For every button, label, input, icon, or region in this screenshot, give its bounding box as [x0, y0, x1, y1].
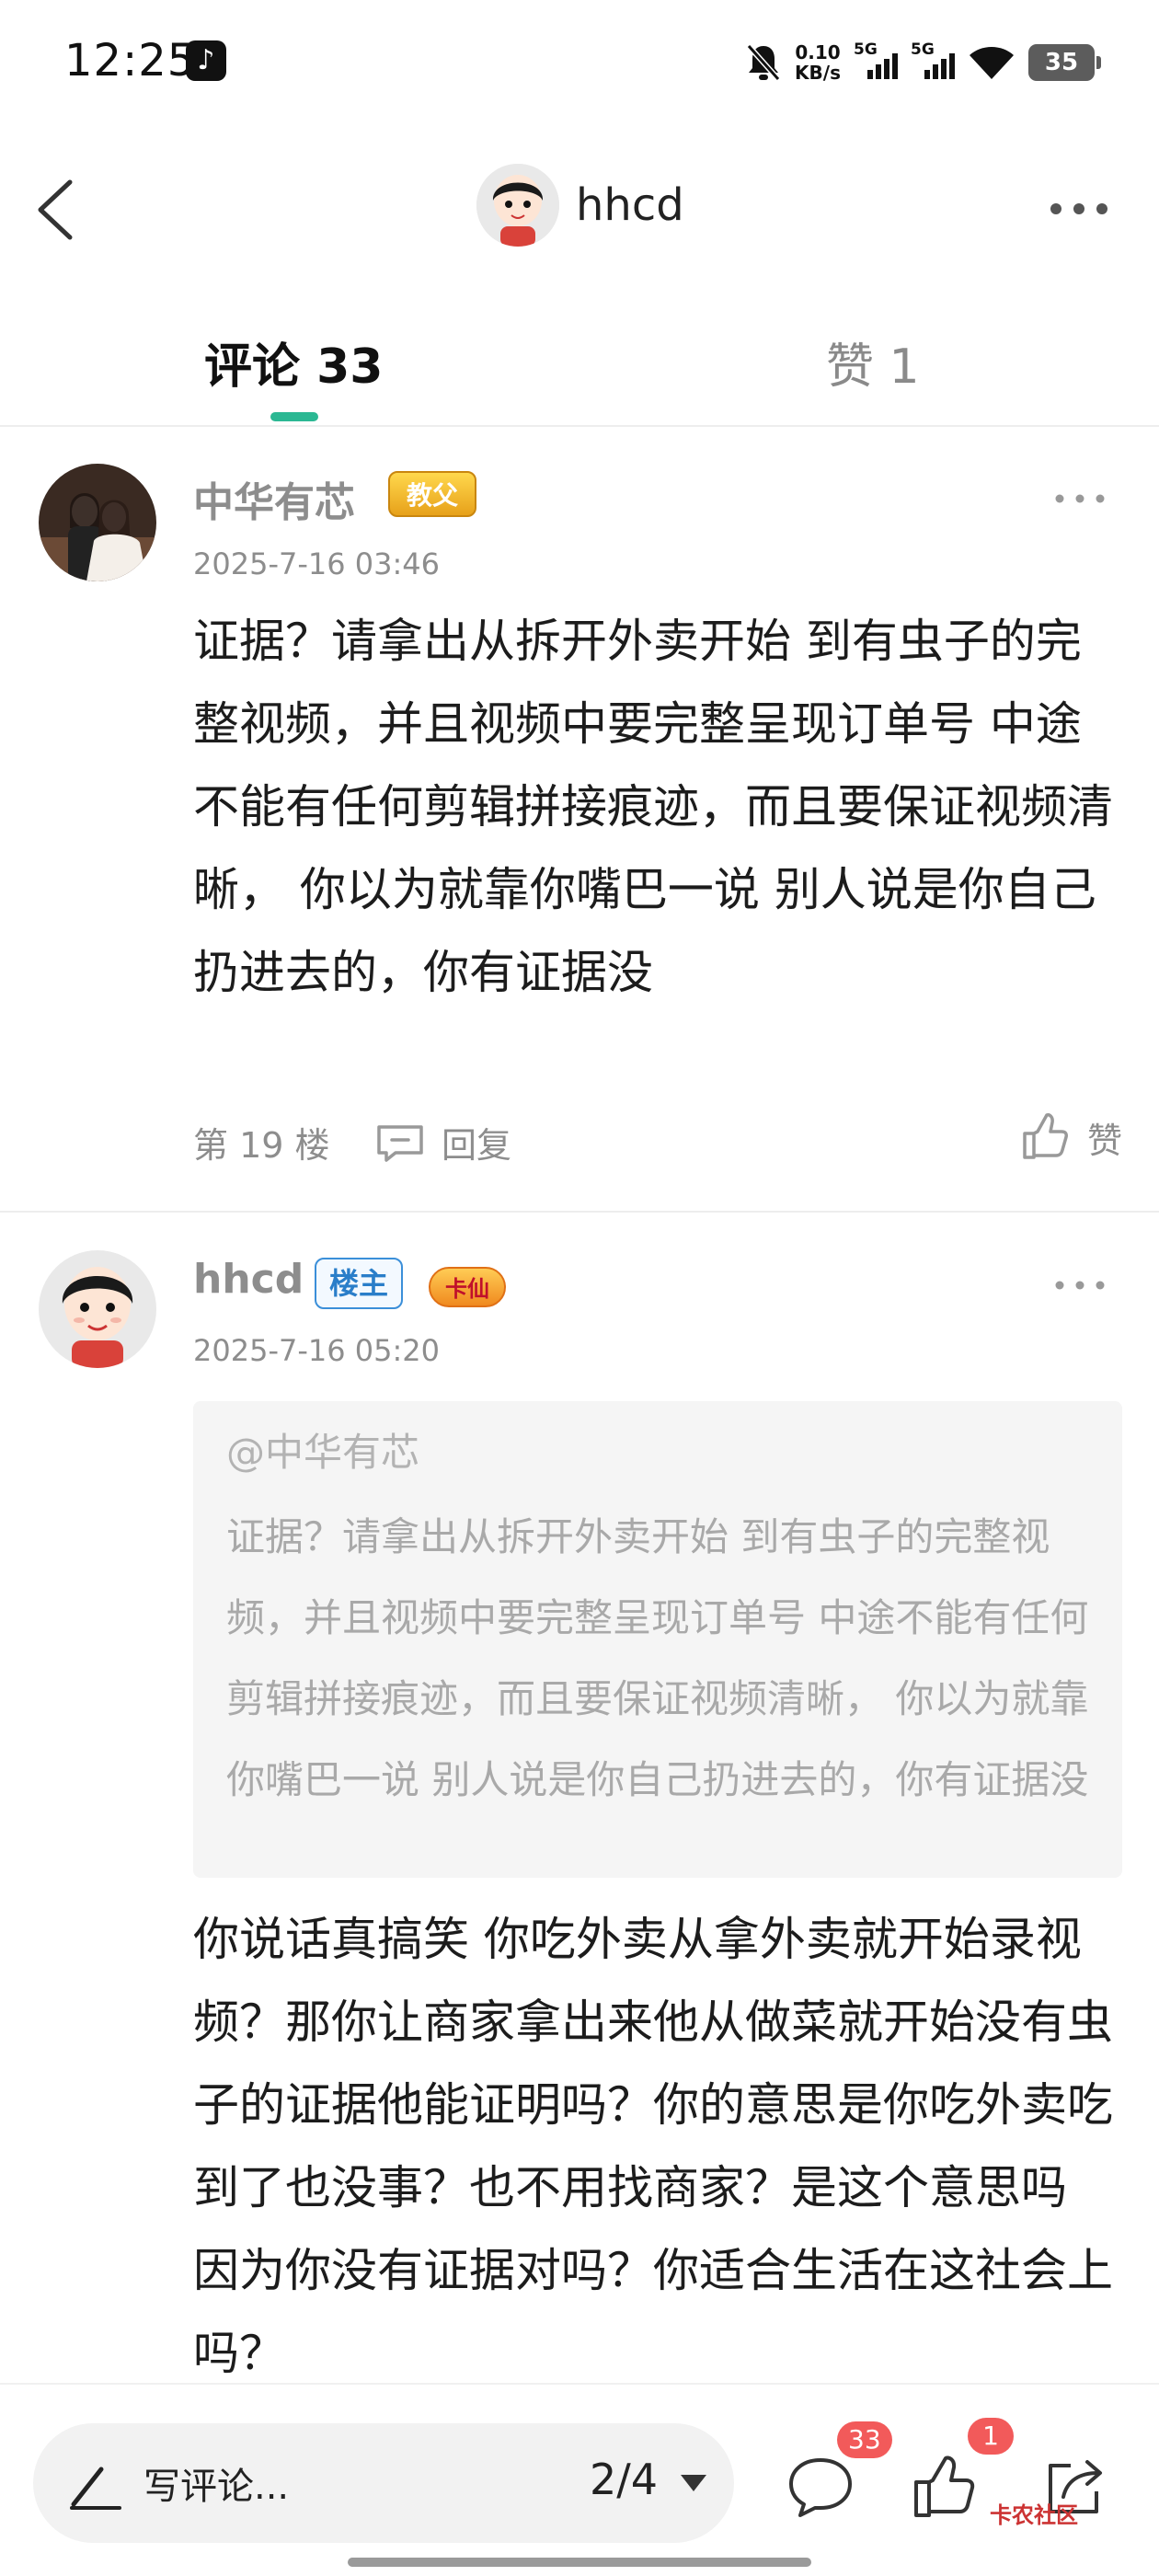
- floor-number: 第 19 楼: [193, 1125, 330, 1166]
- tab-bar: 评论 33 赞 1: [0, 313, 1159, 427]
- status-bar: 12:25 ♪ 0.10 KB/s 5G 5G 35: [0, 0, 1159, 129]
- write-comment-input[interactable]: 写评论... 2/4: [33, 2423, 734, 2543]
- comment-footer: 第 19 楼 回复 赞: [193, 1113, 1122, 1172]
- user-title-badge: 卡仙: [429, 1267, 506, 1307]
- reply-icon: [377, 1124, 423, 1162]
- net-speed: 0.10 KB/s: [795, 42, 841, 83]
- quote-text: 证据？请拿出从拆开外卖开始 到有虫子的完整视频，并且视频中要完整呈现订单号 中途…: [226, 1514, 1089, 1802]
- tab-active-indicator: [270, 412, 318, 421]
- comment-icon[interactable]: [784, 2451, 857, 2524]
- caret-down-icon[interactable]: [681, 2475, 706, 2491]
- comment-item: 中华有芯 教父 2025-7-16 03:46 证据？请拿出从拆开外卖开始 到有…: [0, 451, 1159, 1213]
- header-user[interactable]: hhcd: [476, 164, 684, 247]
- like-count-badge: 1: [968, 2418, 1014, 2455]
- watermark-logo: 卡农社区: [990, 2502, 1078, 2528]
- like-label: 赞: [1086, 1120, 1122, 1161]
- comment-count-badge: 33: [837, 2421, 892, 2458]
- avatar[interactable]: [39, 1250, 156, 1368]
- avatar[interactable]: [476, 164, 559, 247]
- thumbs-up-icon: [1023, 1113, 1068, 1159]
- home-indicator[interactable]: [348, 2558, 811, 2567]
- write-comment-placeholder: 写评论...: [143, 2466, 290, 2508]
- comment-time: 2025-7-16 05:20: [193, 1333, 440, 1368]
- more-icon[interactable]: [1052, 1276, 1107, 1294]
- op-badge: 楼主: [315, 1258, 404, 1309]
- quoted-comment[interactable]: @中华有芯 证据？请拿出从拆开外卖开始 到有虫子的完整视频，并且视频中要完整呈现…: [193, 1401, 1122, 1878]
- comment-username[interactable]: hhcd: [193, 1256, 304, 1303]
- page-indicator[interactable]: 2/4: [590, 2455, 658, 2504]
- header-title: hhcd: [576, 179, 684, 231]
- signal-1-icon: 5G: [854, 40, 898, 83]
- bottom-bar: 写评论... 2/4 33 1 卡农社区: [0, 2383, 1159, 2576]
- more-icon[interactable]: [1047, 195, 1111, 223]
- comment-body: 证据？请拿出从拆开外卖开始 到有虫子的完整视频，并且视频中要完整呈现订单号 中途…: [193, 615, 1113, 999]
- tiktok-icon: ♪: [186, 40, 226, 81]
- net-speed-value: 0.10: [795, 41, 841, 63]
- user-title-badge: 教父: [388, 471, 477, 517]
- like-button[interactable]: 赞: [1019, 1111, 1122, 1163]
- thumbs-up-icon[interactable]: [907, 2451, 981, 2524]
- status-time: 12:25: [64, 35, 197, 86]
- quote-username: @中华有芯: [226, 1430, 420, 1475]
- wifi-icon: [970, 47, 1014, 79]
- avatar[interactable]: [39, 464, 156, 581]
- comment-body: 你说话真搞笑 你吃外卖从拿外卖就开始录视频？那你让商家拿出来他从做菜就开始没有虫…: [193, 1913, 1113, 2380]
- tab-comments[interactable]: 评论 33: [204, 328, 383, 397]
- pencil-icon: [70, 2467, 121, 2510]
- reply-label: 回复: [442, 1125, 512, 1166]
- tab-likes[interactable]: 赞 1: [826, 328, 920, 397]
- comment-time: 2025-7-16 03:46: [193, 546, 440, 581]
- signal-2-icon: 5G: [911, 40, 955, 83]
- net-speed-unit: KB/s: [795, 62, 841, 84]
- mute-icon: [746, 44, 781, 81]
- reply-button[interactable]: 回复: [373, 1117, 511, 1167]
- comment-item: hhcd 楼主 卡仙 2025-7-16 05:20 @中华有芯 证据？请拿出从…: [0, 1237, 1159, 2380]
- top-header: hhcd: [0, 147, 1159, 267]
- battery-indicator: 35: [1028, 44, 1101, 81]
- status-icons: 0.10 KB/s 5G 5G 35: [745, 37, 1101, 88]
- comment-username[interactable]: 中华有芯: [193, 469, 355, 528]
- back-icon[interactable]: [28, 173, 92, 247]
- more-icon[interactable]: [1052, 489, 1107, 508]
